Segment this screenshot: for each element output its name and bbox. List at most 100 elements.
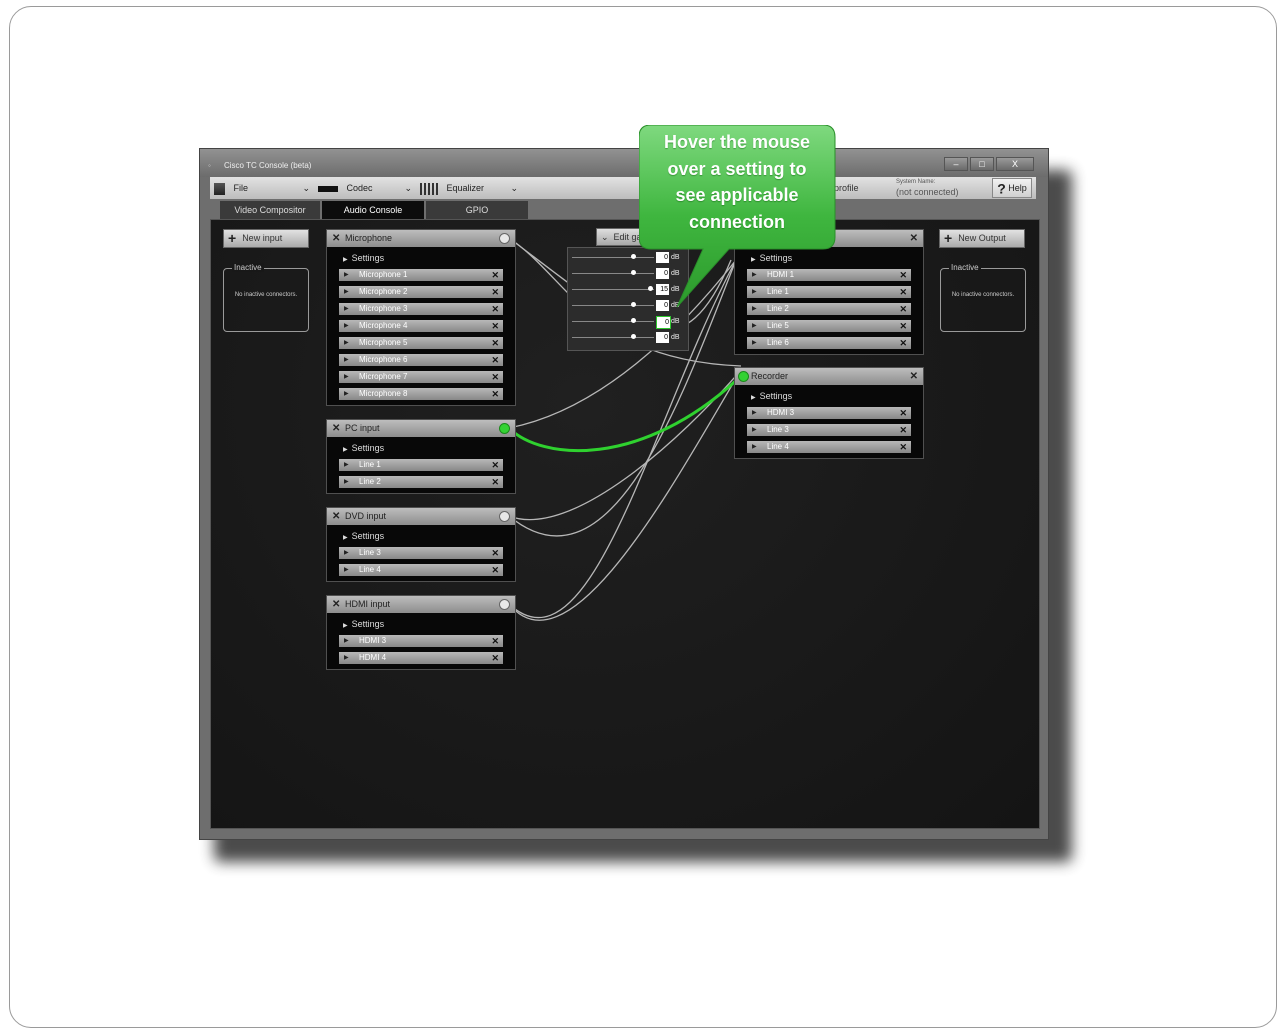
remove-icon[interactable]: ✕: [899, 303, 907, 315]
remove-icon[interactable]: ✕: [491, 303, 499, 315]
connector-port[interactable]: [499, 423, 510, 434]
output-node-recorder: Recorder ✕ ▶ Settings ▶ HDMI 3 ✕ ▶ Line 3 ✕ ▶…: [734, 367, 924, 459]
new-output-button[interactable]: + New Output: [939, 229, 1025, 248]
list-item[interactable]: ▶ HDMI 4 ✕: [339, 652, 503, 664]
file-menu[interactable]: File ⌄: [214, 180, 312, 196]
remove-icon[interactable]: ✕: [491, 459, 499, 471]
settings-toggle[interactable]: ▶ Settings: [327, 613, 515, 635]
list-item[interactable]: ▶ Line 3 ✕: [747, 424, 911, 436]
window-controls: – □ X: [944, 157, 1034, 171]
list-item[interactable]: ▶ Microphone 3 ✕: [339, 303, 503, 315]
list-item[interactable]: ▶ Line 4 ✕: [339, 564, 503, 576]
codec-menu[interactable]: Codec ⌄: [318, 180, 414, 196]
help-button[interactable]: ? Help: [992, 178, 1032, 198]
remove-icon[interactable]: ✕: [491, 269, 499, 281]
tab-audio-console[interactable]: Audio Console: [322, 201, 424, 219]
settings-toggle[interactable]: ▶ Settings: [327, 437, 515, 459]
remove-icon[interactable]: ✕: [491, 547, 499, 559]
remove-icon[interactable]: ✕: [332, 596, 340, 613]
tab-video-compositor[interactable]: Video Compositor: [220, 201, 320, 219]
gain-slider-knob[interactable]: [631, 254, 636, 259]
remove-icon[interactable]: ✕: [491, 337, 499, 349]
connector-port[interactable]: [499, 599, 510, 610]
settings-toggle[interactable]: ▶ Settings: [735, 385, 923, 407]
list-item[interactable]: ▶ Microphone 5 ✕: [339, 337, 503, 349]
list-item[interactable]: ▶ Line 3 ✕: [339, 547, 503, 559]
tab-gpio[interactable]: GPIO: [426, 201, 528, 219]
remove-icon[interactable]: ✕: [910, 368, 918, 385]
inactive-label: Inactive: [232, 263, 264, 272]
node-header[interactable]: ✕ PC input: [327, 420, 515, 437]
gain-slider-track[interactable]: [572, 337, 654, 338]
gain-slider-knob[interactable]: [631, 302, 636, 307]
list-item[interactable]: ▶ HDMI 3 ✕: [339, 635, 503, 647]
connector-port[interactable]: [499, 233, 510, 244]
remove-icon[interactable]: ✕: [491, 388, 499, 400]
list-item[interactable]: ▶ Line 1 ✕: [339, 459, 503, 471]
connector-port[interactable]: [499, 511, 510, 522]
remove-icon[interactable]: ✕: [491, 354, 499, 366]
list-item[interactable]: ▶ Line 5 ✕: [747, 320, 911, 332]
triangle-right-icon: ▶: [343, 535, 348, 541]
triangle-right-icon: ▶: [344, 550, 349, 556]
remove-icon[interactable]: ✕: [332, 508, 340, 525]
list-item[interactable]: ▶ HDMI 3 ✕: [747, 407, 911, 419]
remove-icon[interactable]: ✕: [491, 476, 499, 488]
list-item[interactable]: ▶ Microphone 6 ✕: [339, 354, 503, 366]
hover-callout: Hover the mouse over a setting to see ap…: [638, 124, 839, 320]
item-label: Line 6: [767, 338, 789, 347]
settings-toggle[interactable]: ▶ Settings: [327, 525, 515, 547]
remove-icon[interactable]: ✕: [899, 424, 907, 436]
gain-slider-knob[interactable]: [631, 334, 636, 339]
chevron-down-icon: ⌄: [601, 232, 609, 242]
remove-icon[interactable]: ✕: [332, 230, 340, 247]
settings-toggle[interactable]: ▶ Settings: [327, 247, 515, 269]
remove-icon[interactable]: ✕: [910, 230, 918, 247]
triangle-right-icon: ▶: [752, 323, 757, 329]
close-button[interactable]: X: [996, 157, 1034, 171]
node-header[interactable]: ✕ Microphone: [327, 230, 515, 247]
remove-icon[interactable]: ✕: [491, 320, 499, 332]
connector-port[interactable]: [738, 371, 749, 382]
remove-icon[interactable]: ✕: [899, 269, 907, 281]
item-label: Microphone 3: [359, 304, 408, 313]
remove-icon[interactable]: ✕: [899, 286, 907, 298]
list-item[interactable]: ▶ Microphone 2 ✕: [339, 286, 503, 298]
remove-icon[interactable]: ✕: [491, 371, 499, 383]
remove-icon[interactable]: ✕: [899, 441, 907, 453]
node-header[interactable]: ✕ DVD input: [327, 508, 515, 525]
equalizer-menu[interactable]: Equalizer ⌄: [420, 180, 520, 196]
gain-slider-track[interactable]: [572, 321, 654, 322]
list-item[interactable]: ▶ Microphone 1 ✕: [339, 269, 503, 281]
new-input-button[interactable]: + New input: [223, 229, 309, 248]
remove-icon[interactable]: ✕: [491, 286, 499, 298]
minimize-button[interactable]: –: [944, 157, 968, 171]
remove-icon[interactable]: ✕: [332, 420, 340, 437]
remove-icon[interactable]: ✕: [899, 407, 907, 419]
inactive-outputs-box: Inactive No inactive connectors.: [940, 263, 1026, 332]
tab-bar: Video Compositor Audio Console GPIO: [220, 201, 528, 219]
triangle-right-icon: ▶: [344, 340, 349, 346]
remove-icon[interactable]: ✕: [491, 635, 499, 647]
callout-line: Hover the mouse: [663, 132, 811, 152]
gain-slider-knob[interactable]: [631, 270, 636, 275]
list-item[interactable]: ▶ Microphone 7 ✕: [339, 371, 503, 383]
list-item[interactable]: ▶ Microphone 4 ✕: [339, 320, 503, 332]
triangle-right-icon: ▶: [751, 395, 756, 401]
node-header[interactable]: ✕ HDMI input: [327, 596, 515, 613]
list-item[interactable]: ▶ Line 6 ✕: [747, 337, 911, 349]
app-window: ◦ Cisco TC Console (beta) – □ X File ⌄ C…: [199, 148, 1049, 840]
remove-icon[interactable]: ✕: [899, 320, 907, 332]
remove-icon[interactable]: ✕: [491, 564, 499, 576]
gain-slider-knob[interactable]: [631, 318, 636, 323]
gain-value[interactable]: 0: [656, 332, 669, 343]
list-item[interactable]: ▶ Microphone 8 ✕: [339, 388, 503, 400]
remove-icon[interactable]: ✕: [491, 652, 499, 664]
list-item[interactable]: ▶ Line 2 ✕: [339, 476, 503, 488]
maximize-button[interactable]: □: [970, 157, 994, 171]
chevron-down-icon: ⌄: [510, 183, 518, 193]
remove-icon[interactable]: ✕: [899, 337, 907, 349]
node-header[interactable]: Recorder ✕: [735, 368, 923, 385]
list-item[interactable]: ▶ Line 4 ✕: [747, 441, 911, 453]
item-label: Line 2: [359, 477, 381, 486]
